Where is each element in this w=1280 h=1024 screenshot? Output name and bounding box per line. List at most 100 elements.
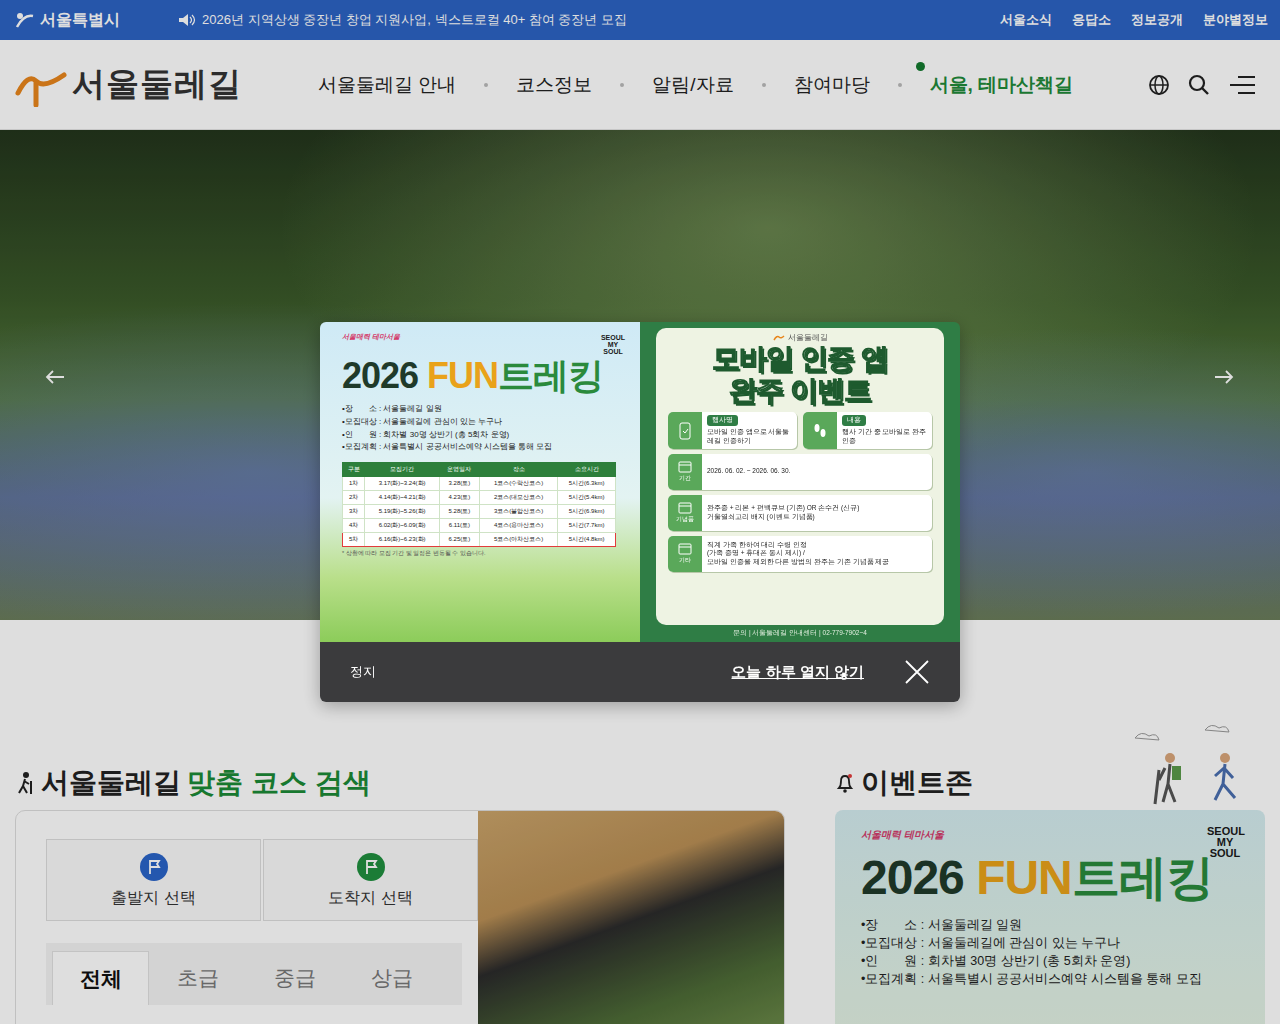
info-cell: 기간 2026. 06. 02. ~ 2026. 06. 30. <box>668 454 932 490</box>
column-header: 소요시간 <box>558 463 616 477</box>
info-cell: 내용행사 기간 중 모바일로 완주 인증 <box>803 412 932 448</box>
cell: 6.02(화)~6.09(화) <box>365 519 439 533</box>
icon-label: 기타 <box>679 556 691 565</box>
row-icon-box: 기타 <box>668 536 702 572</box>
cell: 5차 <box>343 533 365 547</box>
cell-text: 직계 가족 한하여 대리 수령 인정(가족 증명 + 휴대폰 동시 제시) /모… <box>702 536 932 572</box>
fun-trekking-poster[interactable]: 서울매력 테마서울SEOUL MY SOUL2026 FUN트레킹•장 소 : … <box>320 322 640 642</box>
cell: 4코스(용마산코스) <box>480 519 558 533</box>
poster-note: * 상황에 따라 모집 기간 및 일정은 변동될 수 있습니다. <box>342 550 628 557</box>
cell: 4.23(토) <box>439 491 479 505</box>
poster-logo: 서울둘레길 <box>773 332 828 343</box>
cell: 5시간(6.9km) <box>558 505 616 519</box>
poster-title: 2026 FUN트레킹 <box>342 352 628 401</box>
cell: 5코스(아차산코스) <box>480 533 558 547</box>
schedule-table: 구분모집기간운영일자장소소요시간1차3.17(화)~3.24(화)3.28(토)… <box>342 462 616 547</box>
cell: 6.16(화)~6.23(화) <box>365 533 439 547</box>
cell: 5시간(5.4km) <box>558 491 616 505</box>
poster-info: •장 소 : 서울둘레길 일원•모집대상 : 서울둘레길에 관심이 있는 누구나… <box>342 403 628 454</box>
poster-title-line: 모바일 인증 앱 <box>712 343 888 375</box>
popup-controls: 정지오늘 하루 열지 않기 <box>320 642 960 702</box>
title-part: 2026 <box>342 355 427 396</box>
schedule-row: 1차3.17(화)~3.24(화)3.28(토)1코스(수락산코스)5시간(6.… <box>343 477 616 491</box>
title-part: FUN <box>427 355 498 396</box>
cell-line: 모바일 인증을 제외한 다른 방법의 완주는 기존 기념품 제공 <box>707 558 927 567</box>
info-line: •인 원 : 회차별 30명 상반기 (총 5회차 운영) <box>342 429 628 442</box>
seoul-my-soul-mark: SEOUL MY SOUL <box>600 334 626 355</box>
cell: 1코스(수락산코스) <box>480 477 558 491</box>
info-line: •장 소 : 서울둘레길 일원 <box>342 403 628 416</box>
cell: 6.25(토) <box>439 533 479 547</box>
footsteps-icon <box>812 423 828 439</box>
icon-label: 기념품 <box>676 515 694 524</box>
cell: 2코스(대모산코스) <box>480 491 558 505</box>
cell-value: 모바일 인증 앱으로 서울둘레길 인증하기 <box>707 428 792 446</box>
brand-text: 서울매력 테마서울 <box>342 332 628 342</box>
cell: 5시간(6.3km) <box>558 477 616 491</box>
row-icon-box: 기간 <box>668 454 702 490</box>
cell: 5.28(토) <box>439 505 479 519</box>
info-line: •모집계획 : 서울특별시 공공서비스예약 시스템을 통해 모집 <box>342 441 628 454</box>
cell-line: 거울열쇠고리 배지 (이벤트 기념품) <box>707 513 927 522</box>
cell: 5시간(7.7km) <box>558 519 616 533</box>
popup-slides: 서울매력 테마서울SEOUL MY SOUL2026 FUN트레킹•장 소 : … <box>320 322 960 642</box>
contact-text: 문의 | 서울둘레길 안내센터 | 02-779-7902~4 <box>656 625 944 642</box>
column-header: 모집기간 <box>365 463 439 477</box>
schedule-row: 3차5.19(화)~5.26(화)5.28(토)3코스(불암산코스)5시간(6.… <box>343 505 616 519</box>
cell-label: 행사명 <box>707 415 738 426</box>
info-row: 기타 직계 가족 한하여 대리 수령 인정(가족 증명 + 휴대폰 동시 제시) … <box>668 536 932 572</box>
schedule-row: 2차4.14(화)~4.21(화)4.23(토)2코스(대모산코스)5시간(5.… <box>343 491 616 505</box>
cell: 5.19(화)~5.26(화) <box>365 505 439 519</box>
cell-line: 2026. 06. 02. ~ 2026. 06. 30. <box>707 467 927 476</box>
info-cell: 행사명모바일 인증 앱으로 서울둘레길 인증하기 <box>668 412 797 448</box>
steps-icon-box <box>803 412 837 448</box>
info-cell: 기타 직계 가족 한하여 대리 수령 인정(가족 증명 + 휴대폰 동시 제시) … <box>668 536 932 572</box>
row-icon-box: 기념품 <box>668 495 702 531</box>
info-row: 기간 2026. 06. 02. ~ 2026. 06. 30. <box>668 454 932 490</box>
cell-text: 내용행사 기간 중 모바일로 완주 인증 <box>837 412 932 448</box>
info-row: 기념품 완주증 + 리본 + 편백큐브 (기존) OR 손수건 (신규)거울열쇠고… <box>668 495 932 531</box>
info-line: •모집대상 : 서울둘레길에 관심이 있는 누구나 <box>342 416 628 429</box>
row-icon <box>678 502 692 514</box>
trail-logo-icon <box>773 333 785 343</box>
cell-text: 2026. 06. 02. ~ 2026. 06. 30. <box>702 454 932 490</box>
cell: 4차 <box>343 519 365 533</box>
cell-value: 행사 기간 중 모바일로 완주 인증 <box>842 428 927 446</box>
column-header: 운영일자 <box>439 463 479 477</box>
cell: 5시간(4.8km) <box>558 533 616 547</box>
phone-icon <box>678 422 692 440</box>
title-part: 트레킹 <box>498 355 603 396</box>
poster-panel: 서울둘레길모바일 인증 앱완주 이벤트행사명모바일 인증 앱으로 서울둘레길 인… <box>656 328 944 625</box>
schedule-row: 5차6.16(화)~6.23(화)6.25(토)5코스(아차산코스)5시간(4.… <box>343 533 616 547</box>
column-header: 장소 <box>480 463 558 477</box>
dismiss-today-button[interactable]: 오늘 하루 열지 않기 <box>731 663 864 682</box>
icon-label: 기간 <box>679 474 691 483</box>
header-row: 구분모집기간운영일자장소소요시간 <box>343 463 616 477</box>
column-header: 구분 <box>343 463 365 477</box>
schedule-row: 4차6.02(화)~6.09(화)6.11(토)4코스(용마산코스)5시간(7.… <box>343 519 616 533</box>
phone-icon-box <box>668 412 702 448</box>
popup-modal: 서울매력 테마서울SEOUL MY SOUL2026 FUN트레킹•장 소 : … <box>320 322 960 702</box>
cell-line: 완주증 + 리본 + 편백큐브 (기존) OR 손수건 (신규) <box>707 504 927 513</box>
cell-text: 완주증 + 리본 + 편백큐브 (기존) OR 손수건 (신규)거울열쇠고리 배… <box>702 495 932 531</box>
cell: 4.14(화)~4.21(화) <box>365 491 439 505</box>
cell: 6.11(토) <box>439 519 479 533</box>
cell-text: 행사명모바일 인증 앱으로 서울둘레길 인증하기 <box>702 412 797 448</box>
cell: 3코스(불암산코스) <box>480 505 558 519</box>
cell: 3.17(화)~3.24(화) <box>365 477 439 491</box>
row-icon <box>678 461 692 473</box>
stop-button[interactable]: 정지 <box>350 663 731 681</box>
cell: 1차 <box>343 477 365 491</box>
cell-label: 내용 <box>842 415 866 426</box>
close-icon[interactable] <box>904 659 930 685</box>
mobile-event-poster[interactable]: 서울둘레길모바일 인증 앱완주 이벤트행사명모바일 인증 앱으로 서울둘레길 인… <box>640 322 960 642</box>
logo-text: 서울둘레길 <box>788 332 828 343</box>
cell: 2차 <box>343 491 365 505</box>
cell: 3.28(토) <box>439 477 479 491</box>
cell-line: 직계 가족 한하여 대리 수령 인정 <box>707 541 927 550</box>
cell-line: (가족 증명 + 휴대폰 동시 제시) / <box>707 549 927 558</box>
row-icon <box>678 543 692 555</box>
poster-title-line: 완주 이벤트 <box>729 375 871 407</box>
info-cell: 기념품 완주증 + 리본 + 편백큐브 (기존) OR 손수건 (신규)거울열쇠고… <box>668 495 932 531</box>
info-row: 행사명모바일 인증 앱으로 서울둘레길 인증하기 내용행사 기간 중 모바일로 완… <box>668 412 932 448</box>
